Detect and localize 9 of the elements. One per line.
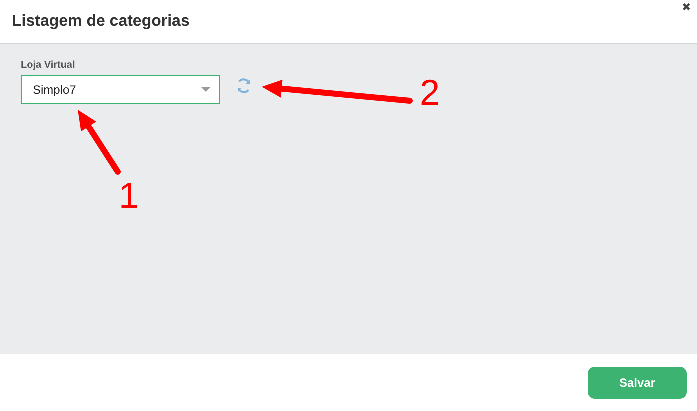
annotation-arrow — [78, 110, 121, 175]
refresh-icon[interactable] — [236, 78, 252, 94]
dialog-title: Listagem de categorias — [12, 12, 190, 30]
caret-icon — [201, 87, 211, 92]
annotation-number: 1 — [119, 178, 140, 214]
store-select[interactable]: Simplo7 — [21, 75, 220, 104]
annotation-number: 2 — [420, 75, 440, 111]
field-label: Loja Virtual — [21, 60, 76, 71]
close-button[interactable]: ✖ — [682, 1, 691, 14]
